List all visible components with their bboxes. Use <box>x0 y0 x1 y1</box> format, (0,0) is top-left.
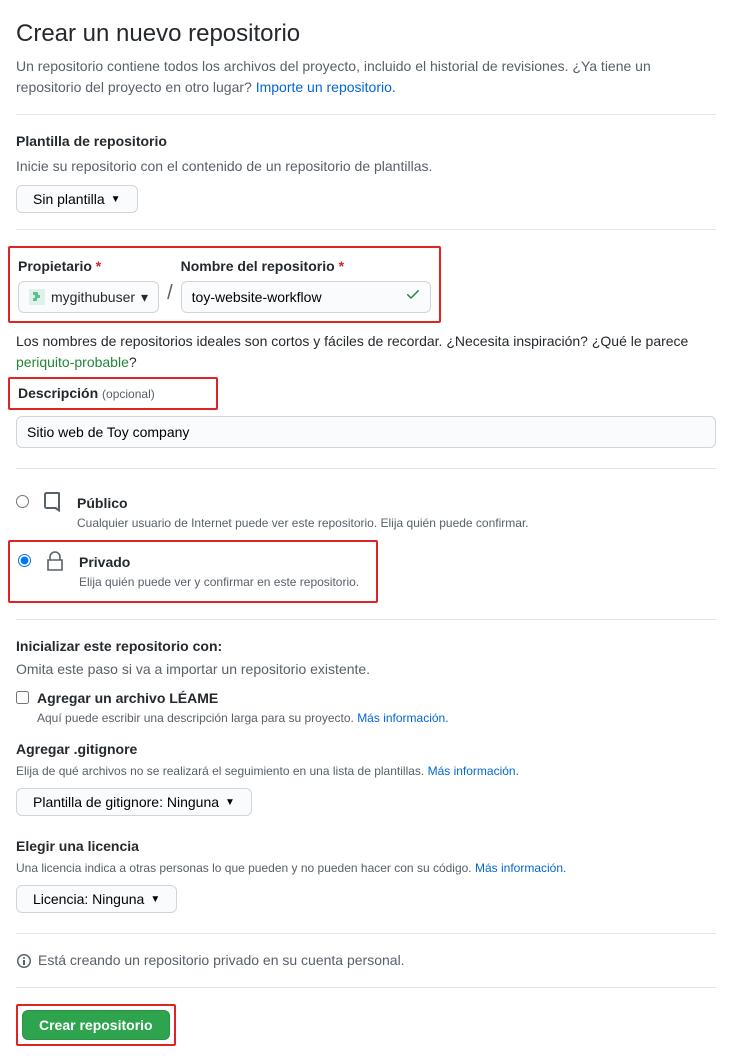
visibility-public-row: Público Cualquier usuario de Internet pu… <box>16 485 716 540</box>
readme-desc: Aquí puede escribir una descripción larg… <box>37 709 449 727</box>
public-desc: Cualquier usuario de Internet puede ver … <box>77 514 529 532</box>
gitignore-help-text: Elija de qué archivos no se realizará el… <box>16 764 428 778</box>
license-select[interactable]: Licencia: Ninguna ▼ <box>16 885 177 913</box>
initialize-heading: Inicializar este repositorio con: <box>16 636 716 657</box>
footer-info-text: Está creando un repositorio privado en s… <box>38 950 405 971</box>
import-repo-link[interactable]: Importe un repositorio. <box>256 79 396 95</box>
puzzle-avatar-icon <box>29 289 45 305</box>
template-select[interactable]: Sin plantilla ▼ <box>16 185 138 213</box>
page-subtitle: Un repositorio contiene todos los archiv… <box>16 56 716 98</box>
readme-desc-text: Aquí puede escribir una descripción larg… <box>37 711 357 725</box>
public-title: Público <box>77 493 529 514</box>
divider <box>16 933 716 934</box>
gitignore-select[interactable]: Plantilla de gitignore: Ninguna ▼ <box>16 788 252 816</box>
divider <box>16 468 716 469</box>
check-icon <box>405 286 421 308</box>
readme-checkbox[interactable] <box>16 691 29 704</box>
caret-down-icon: ▾ <box>141 287 148 308</box>
gitignore-label: Agregar .gitignore <box>16 739 716 760</box>
readme-title: Agregar un archivo LÉAME <box>37 688 449 709</box>
template-select-label: Sin plantilla <box>33 191 105 207</box>
divider <box>16 619 716 620</box>
private-radio[interactable] <box>18 554 31 567</box>
public-radio[interactable] <box>16 495 29 508</box>
caret-down-icon: ▼ <box>111 194 121 205</box>
required-star: * <box>96 258 101 274</box>
slash-separator: / <box>167 278 173 313</box>
submit-highlight: Crear repositorio <box>16 1004 176 1046</box>
owner-label: Propietario * <box>18 256 159 277</box>
repo-name-label: Nombre del repositorio * <box>181 256 431 277</box>
repo-name-hint: Los nombres de repositorios ideales son … <box>16 331 716 373</box>
description-highlight: Descripción (opcional) <box>8 377 218 410</box>
repo-name-label-text: Nombre del repositorio <box>181 258 335 274</box>
owner-repo-highlight: Propietario * mygithubuser ▾ / Nombre del… <box>8 246 441 323</box>
create-repo-button[interactable]: Crear repositorio <box>22 1010 170 1040</box>
caret-down-icon: ▼ <box>225 797 235 808</box>
owner-label-text: Propietario <box>18 258 92 274</box>
page-title: Crear un nuevo repositorio <box>16 16 716 52</box>
info-icon <box>16 953 32 969</box>
description-label-text: Descripción <box>18 385 98 401</box>
gitignore-more-link[interactable]: Más información. <box>428 764 519 778</box>
license-more-link[interactable]: Más información. <box>475 861 566 875</box>
license-select-label: Licencia: Ninguna <box>33 891 144 907</box>
caret-down-icon: ▼ <box>150 894 160 905</box>
gitignore-select-label: Plantilla de gitignore: Ninguna <box>33 794 219 810</box>
template-help: Inicie su repositorio con el contenido d… <box>16 156 716 177</box>
divider <box>16 987 716 988</box>
repo-public-icon <box>41 491 65 521</box>
private-highlight: Privado Elija quién puede ver y confirma… <box>8 540 378 603</box>
name-hint-suffix: ? <box>129 354 137 370</box>
lock-icon <box>43 550 67 580</box>
visibility-private-row: Privado Elija quién puede ver y confirma… <box>18 544 368 599</box>
repo-name-suggestion[interactable]: periquito-probable <box>16 354 129 370</box>
readme-more-link[interactable]: Más información. <box>357 711 448 725</box>
owner-select[interactable]: mygithubuser ▾ <box>18 281 159 313</box>
gitignore-help: Elija de qué archivos no se realizará el… <box>16 762 716 780</box>
divider <box>16 229 716 230</box>
license-label: Elegir una licencia <box>16 836 716 857</box>
template-label: Plantilla de repositorio <box>16 131 716 152</box>
description-input[interactable] <box>16 416 716 448</box>
required-star: * <box>339 258 344 274</box>
name-hint-prefix: Los nombres de repositorios ideales son … <box>16 333 688 349</box>
initialize-skip-hint: Omita este paso si va a importar un repo… <box>16 659 716 680</box>
private-desc: Elija quién puede ver y confirmar en est… <box>79 573 359 591</box>
description-label: Descripción (opcional) <box>18 385 155 401</box>
footer-info-row: Está creando un repositorio privado en s… <box>16 950 716 971</box>
license-help: Una licencia indica a otras personas lo … <box>16 859 716 877</box>
repo-name-input[interactable] <box>181 281 431 313</box>
private-title: Privado <box>79 552 359 573</box>
license-help-text: Una licencia indica a otras personas lo … <box>16 861 475 875</box>
owner-selected-text: mygithubuser <box>51 287 135 308</box>
divider <box>16 114 716 115</box>
description-optional: (opcional) <box>102 387 155 401</box>
